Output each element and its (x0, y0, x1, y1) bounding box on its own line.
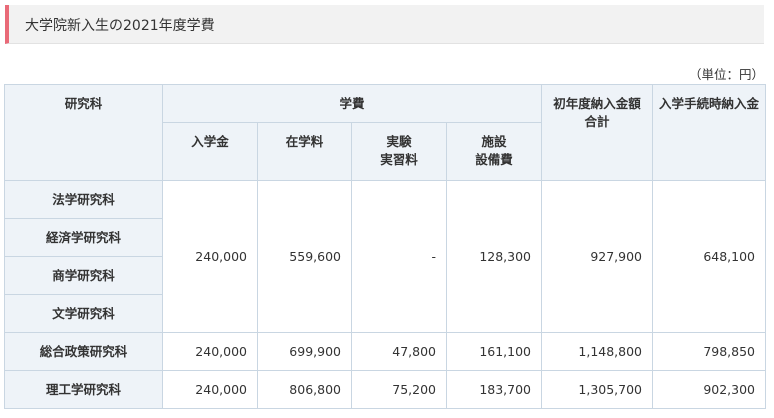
cell-lab-fee: 47,800 (351, 332, 447, 371)
table-row: 理工学研究科 240,000 806,800 75,200 183,700 1,… (4, 370, 767, 409)
unit-note: （単位：円） (688, 67, 764, 82)
header-tuition: 在学料 (257, 122, 352, 181)
cell-admission: 240,000 (162, 370, 258, 409)
header-at-enrollment: 入学手続時納入金 (652, 84, 767, 181)
row-header-commerce: 商学研究科 (4, 256, 163, 295)
table-row: 総合政策研究科 240,000 699,900 47,800 161,100 1… (4, 332, 767, 371)
header-lab-line1: 実験 (386, 134, 412, 149)
row-header-science-engineering: 理工学研究科 (4, 370, 163, 409)
header-admission: 入学金 (162, 122, 258, 181)
cell-first-year-total: 1,148,800 (541, 332, 654, 371)
cell-at-enrollment: 798,850 (652, 332, 767, 371)
row-header-letters: 文学研究科 (4, 294, 163, 333)
cell-facility-fee: 161,100 (445, 332, 543, 371)
cell-tuition: 559,600 (257, 180, 352, 333)
cell-tuition: 699,900 (257, 332, 352, 371)
row-header-policy: 総合政策研究科 (4, 332, 163, 371)
header-department: 研究科 (4, 84, 163, 181)
header-lab-fee: 実験 実習料 (351, 122, 447, 181)
header-first-year-line1: 初年度納入金額 (553, 96, 641, 111)
table-row: 法学研究科 240,000 559,600 - 128,300 927,900 … (4, 180, 767, 333)
cell-facility-fee: 183,700 (445, 370, 543, 409)
cell-facility-fee: 128,300 (445, 180, 543, 333)
cell-first-year-total: 927,900 (541, 180, 654, 333)
row-header-law: 法学研究科 (4, 180, 163, 219)
cell-admission: 240,000 (162, 180, 258, 333)
row-header-economics: 経済学研究科 (4, 218, 163, 257)
page-title: 大学院新入生の2021年度学費 (25, 18, 215, 34)
cell-admission: 240,000 (162, 332, 258, 371)
fee-table: 研究科 学費 初年度納入金額 合計 入学手続時納入金 入学金 在学料 実験 実習… (4, 84, 767, 409)
section-heading: 大学院新入生の2021年度学費 (5, 5, 764, 44)
header-first-year-total: 初年度納入金額 合計 (541, 84, 654, 181)
header-facility-line2: 設備費 (475, 152, 513, 167)
header-first-year-line2: 合計 (584, 114, 610, 129)
cell-lab-fee: - (351, 180, 447, 333)
header-facility-fee: 施設 設備費 (445, 122, 543, 181)
cell-first-year-total: 1,305,700 (541, 370, 654, 409)
header-facility-line1: 施設 (481, 134, 507, 149)
header-lab-line2: 実習料 (380, 152, 418, 167)
header-fees: 学費 (161, 84, 543, 123)
cell-lab-fee: 75,200 (351, 370, 447, 409)
cell-at-enrollment: 648,100 (652, 180, 767, 333)
cell-at-enrollment: 902,300 (652, 370, 767, 409)
cell-tuition: 806,800 (257, 370, 352, 409)
